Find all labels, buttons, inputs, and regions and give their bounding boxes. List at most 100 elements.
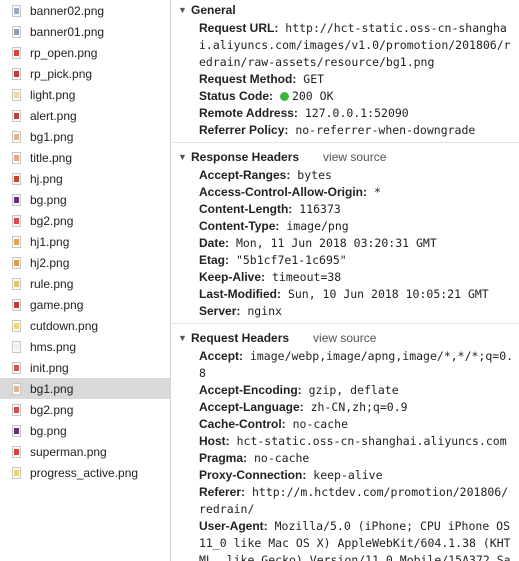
section-divider	[172, 142, 519, 143]
file-name: bg2.png	[30, 402, 74, 417]
details-panel: ▼ General Request URL: http://hct-static…	[172, 0, 519, 561]
image-file-icon	[12, 4, 21, 17]
response-headers-title: Response Headers	[191, 150, 300, 164]
request-headers-section-header[interactable]: ▼ Request Headers view source	[172, 328, 519, 348]
header-key: Request Method:	[199, 72, 297, 86]
header-value: no-referrer-when-downgrade	[295, 123, 476, 137]
response-view-source-link[interactable]: view source	[323, 150, 386, 164]
general-section-header[interactable]: ▼ General	[172, 0, 519, 20]
header-row: Server: nginx	[199, 303, 515, 320]
header-row: Request URL: http://hct-static.oss-cn-sh…	[199, 20, 515, 71]
header-row: User-Agent: Mozilla/5.0 (iPhone; CPU iPh…	[199, 518, 515, 561]
file-list-item[interactable]: hj1.png	[0, 231, 170, 252]
header-key: Remote Address:	[199, 106, 298, 120]
image-file-icon	[12, 46, 21, 59]
image-file-icon	[12, 319, 21, 332]
file-list-item[interactable]: init.png	[0, 357, 170, 378]
header-row: Access-Control-Allow-Origin: *	[199, 184, 515, 201]
header-row: Content-Length: 116373	[199, 201, 515, 218]
file-list-item[interactable]: bg.png	[0, 189, 170, 210]
file-list-item[interactable]: superman.png	[0, 441, 170, 462]
file-name: hms.png	[30, 339, 77, 354]
file-list-item[interactable]: rule.png	[0, 273, 170, 294]
file-list-item[interactable]: light.png	[0, 84, 170, 105]
header-value: keep-alive	[313, 468, 383, 482]
file-name: alert.png	[30, 108, 77, 123]
file-list-item[interactable]: banner02.png	[0, 0, 170, 21]
header-row: Cache-Control: no-cache	[199, 416, 515, 433]
disclosure-triangle-icon: ▼	[178, 333, 187, 343]
file-name: bg.png	[30, 192, 67, 207]
image-file-icon	[12, 151, 21, 164]
header-value: 127.0.0.1:52090	[304, 106, 409, 120]
header-row: Etag: "5b1cf7e1-1c695"	[199, 252, 515, 269]
file-list-item[interactable]: bg1.png	[0, 378, 170, 399]
header-row: Accept-Encoding: gzip, deflate	[199, 382, 515, 399]
file-list-item[interactable]: rp_open.png	[0, 42, 170, 63]
image-file-icon	[12, 403, 21, 416]
header-value: GET	[303, 72, 325, 86]
header-row: Pragma: no-cache	[199, 450, 515, 467]
request-headers-section: ▼ Request Headers view source Accept: im…	[172, 328, 519, 561]
file-name: rp_open.png	[30, 45, 98, 60]
file-name: superman.png	[30, 444, 107, 459]
header-key: Accept-Ranges:	[199, 168, 291, 182]
file-list-item[interactable]: bg2.png	[0, 399, 170, 420]
file-list-item[interactable]: bg.png	[0, 420, 170, 441]
header-value: nginx	[247, 304, 282, 318]
header-row: Keep-Alive: timeout=38	[199, 269, 515, 286]
file-list-item[interactable]: hj2.png	[0, 252, 170, 273]
header-key: Last-Modified:	[199, 287, 281, 301]
header-value: 116373	[299, 202, 341, 216]
header-key: Cache-Control:	[199, 417, 286, 431]
file-name: bg.png	[30, 423, 67, 438]
file-name: hj1.png	[30, 234, 70, 249]
file-name: bg1.png	[30, 381, 74, 396]
file-list-item[interactable]: banner01.png	[0, 21, 170, 42]
file-list-item[interactable]: progress_active.png	[0, 462, 170, 483]
header-value: Mon, 11 Jun 2018 03:20:31 GMT	[235, 236, 437, 250]
header-key: Proxy-Connection:	[199, 468, 307, 482]
section-divider	[172, 323, 519, 324]
header-row: Date: Mon, 11 Jun 2018 03:20:31 GMT	[199, 235, 515, 252]
header-key: Access-Control-Allow-Origin:	[199, 185, 368, 199]
header-key: Date:	[199, 236, 230, 250]
header-key: Referer:	[199, 485, 246, 499]
header-key: User-Agent:	[199, 519, 268, 533]
header-row: Status Code: 200 OK	[199, 88, 515, 105]
status-ok-dot-icon	[279, 92, 289, 101]
header-key: Etag:	[199, 253, 229, 267]
file-name: game.png	[30, 297, 84, 312]
header-value: "5b1cf7e1-1c695"	[235, 253, 347, 267]
file-list-item[interactable]: title.png	[0, 147, 170, 168]
general-section: ▼ General Request URL: http://hct-static…	[172, 0, 519, 139]
file-name: init.png	[30, 360, 69, 375]
request-view-source-link[interactable]: view source	[313, 331, 376, 345]
file-list-item[interactable]: bg1.png	[0, 126, 170, 147]
file-list-item[interactable]: game.png	[0, 294, 170, 315]
header-value: zh-CN,zh;q=0.9	[310, 400, 408, 414]
image-file-icon	[12, 277, 21, 290]
image-file-icon	[12, 130, 21, 143]
file-list-item[interactable]: rp_pick.png	[0, 63, 170, 84]
image-file-icon	[12, 109, 21, 122]
header-row: Accept-Language: zh-CN,zh;q=0.9	[199, 399, 515, 416]
header-row: Content-Type: image/png	[199, 218, 515, 235]
image-file-icon	[12, 466, 21, 479]
header-value: *	[373, 185, 381, 199]
response-headers-section-header[interactable]: ▼ Response Headers view source	[172, 147, 519, 167]
file-list-item[interactable]: hms.png	[0, 336, 170, 357]
header-row: Proxy-Connection: keep-alive	[199, 467, 515, 484]
file-name: progress_active.png	[30, 465, 139, 480]
header-value: Sun, 10 Jun 2018 10:05:21 GMT	[287, 287, 489, 301]
response-headers-section: ▼ Response Headers view source Accept-Ra…	[172, 147, 519, 320]
file-name: rule.png	[30, 276, 74, 291]
file-list-item[interactable]: bg2.png	[0, 210, 170, 231]
file-list-item[interactable]: cutdown.png	[0, 315, 170, 336]
file-list-item[interactable]: alert.png	[0, 105, 170, 126]
file-name: bg2.png	[30, 213, 74, 228]
general-rows: Request URL: http://hct-static.oss-cn-sh…	[172, 20, 519, 139]
image-file-icon	[12, 25, 21, 38]
file-list-item[interactable]: hj.png	[0, 168, 170, 189]
file-name: light.png	[30, 87, 76, 102]
